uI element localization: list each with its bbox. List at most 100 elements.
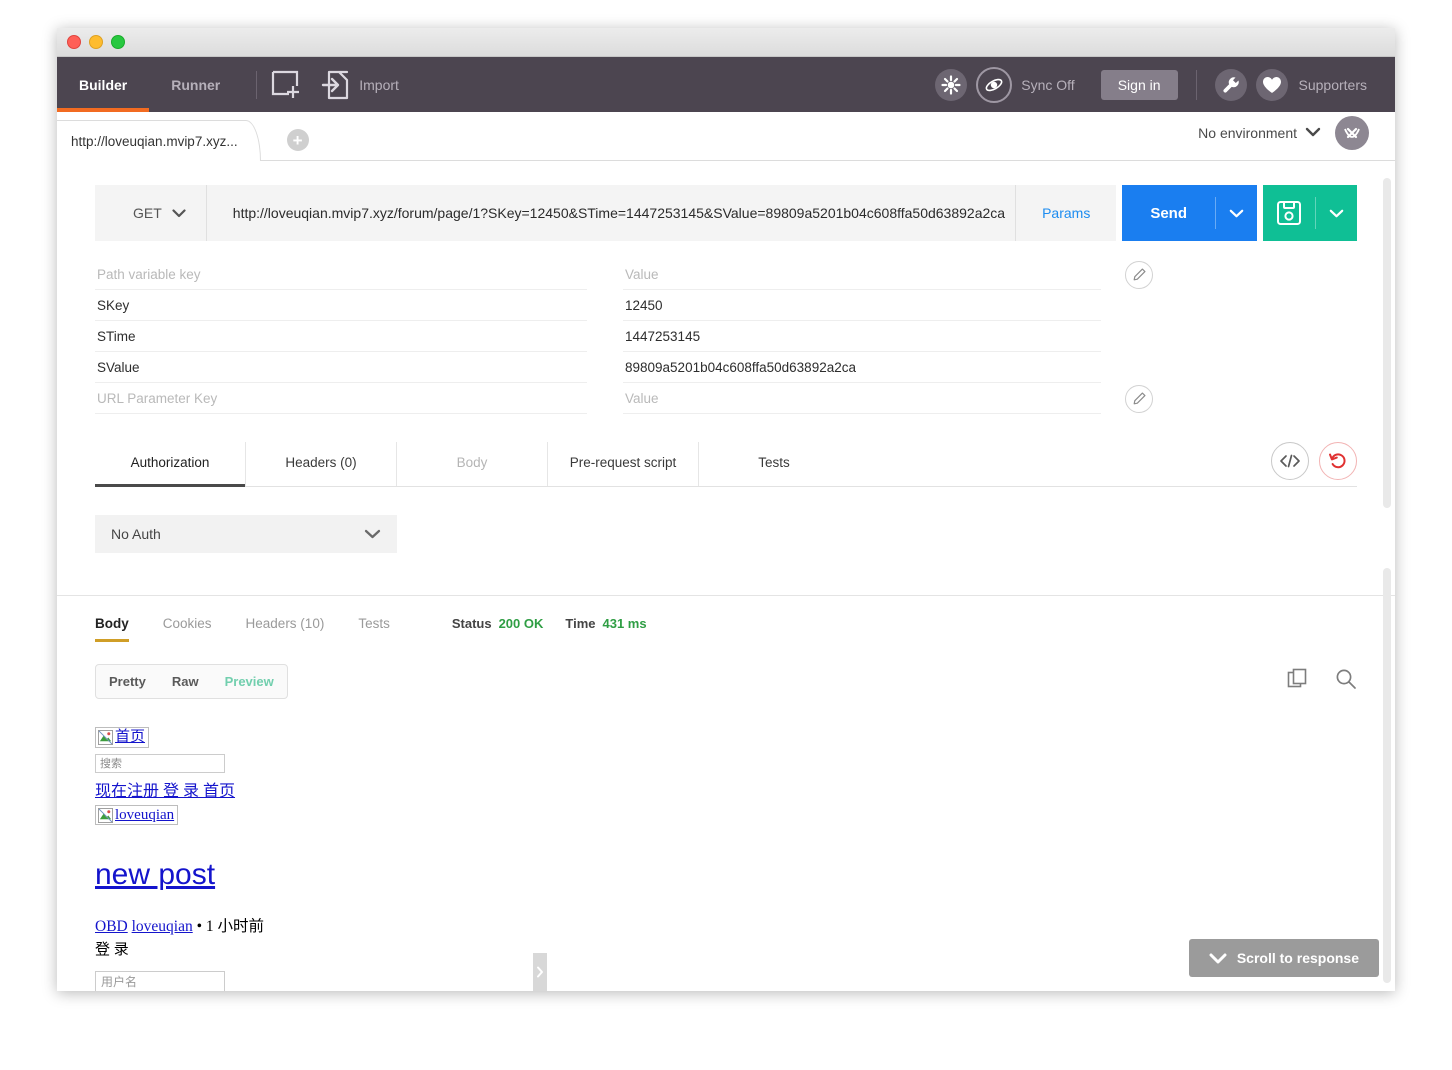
sidebar-collapse-handle[interactable] xyxy=(533,953,547,991)
nav-left-group: Builder Runner Import xyxy=(57,57,399,112)
preview-search-input[interactable]: 搜索 xyxy=(95,753,225,773)
pencil-icon[interactable] xyxy=(1125,384,1153,413)
new-request-icon[interactable] xyxy=(271,70,303,100)
auth-type-select[interactable]: No Auth xyxy=(95,515,397,553)
url-row: GET http://loveuqian.mvip7.xyz/forum/pag… xyxy=(95,185,1357,241)
auth-type-label: No Auth xyxy=(111,526,161,542)
response-tab-tests-label: Tests xyxy=(358,616,390,631)
sync-broken-icon[interactable] xyxy=(935,68,968,101)
sign-in-button[interactable]: Sign in xyxy=(1100,69,1178,100)
save-request-button[interactable] xyxy=(1263,185,1315,241)
send-options-button[interactable] xyxy=(1215,185,1257,241)
params-row: STime 1447253145 xyxy=(95,321,1357,352)
param-key-stime[interactable]: STime xyxy=(95,321,587,352)
preview-post-title-link[interactable]: new post xyxy=(95,858,1395,892)
view-mode-preview[interactable]: Preview xyxy=(212,665,287,698)
response-tab-cookies[interactable]: Cookies xyxy=(163,616,212,642)
window-maximize-button[interactable] xyxy=(111,35,125,49)
supporters-label[interactable]: Supporters xyxy=(1299,77,1367,93)
response-scrollbar[interactable] xyxy=(1383,568,1391,983)
response-pane: Body Cookies Headers (10) Tests Status 2… xyxy=(57,596,1395,991)
nav-tab-builder[interactable]: Builder xyxy=(57,57,150,112)
window-titlebar xyxy=(57,28,1395,57)
code-brackets-icon[interactable] xyxy=(1271,442,1309,480)
eye-x-icon[interactable] xyxy=(1335,116,1369,150)
tab-body[interactable]: Body xyxy=(397,442,548,486)
preview-username-input[interactable]: 用户名 xyxy=(95,970,225,991)
environment-selector[interactable]: No environment xyxy=(1198,125,1297,141)
heart-icon[interactable] xyxy=(1255,68,1288,101)
preview-username-placeholder: 用户名 xyxy=(101,975,138,989)
param-key-svalue[interactable]: SValue xyxy=(95,352,587,383)
url-input[interactable]: http://loveuqian.mvip7.xyz/forum/page/1?… xyxy=(206,185,1016,241)
tab-pre-request-script[interactable]: Pre-request script xyxy=(548,442,699,486)
preview-nav-links[interactable]: 现在注册 登 录 首页 xyxy=(95,777,1395,801)
tab-authorization[interactable]: Authorization xyxy=(95,442,246,487)
app-window: Builder Runner Import Sync Off Sign in S… xyxy=(57,28,1395,991)
view-mode-raw[interactable]: Raw xyxy=(159,665,212,698)
response-tab-headers[interactable]: Headers (10) xyxy=(246,616,325,642)
response-view-mode-group: Pretty Raw Preview xyxy=(95,664,288,699)
scroll-to-response-button[interactable]: Scroll to response xyxy=(1188,939,1379,977)
view-mode-preview-label: Preview xyxy=(224,674,274,689)
tab-headers-label: Headers (0) xyxy=(285,455,357,470)
undo-reset-icon[interactable] xyxy=(1319,442,1357,480)
tab-tests[interactable]: Tests xyxy=(699,442,849,486)
chevron-down-icon xyxy=(1209,953,1227,963)
window-close-button[interactable] xyxy=(67,35,81,49)
path-variable-key-input[interactable]: Path variable key xyxy=(95,259,587,290)
nav-right-group: Sync Off Sign in Supporters xyxy=(935,66,1395,103)
url-parameter-value-input[interactable]: Value xyxy=(623,383,1101,414)
url-text: http://loveuqian.mvip7.xyz/forum/page/1?… xyxy=(232,205,1006,221)
path-variable-value-input[interactable]: Value xyxy=(623,259,1101,290)
request-tabs-actions xyxy=(1261,442,1357,486)
chevron-right-icon xyxy=(537,966,543,978)
add-request-tab-button[interactable]: + xyxy=(286,129,309,151)
status-value: 200 OK xyxy=(498,616,544,631)
tab-pre-request-script-label: Pre-request script xyxy=(569,455,677,470)
builder-scrollbar[interactable] xyxy=(1383,178,1391,508)
floppy-disk-icon xyxy=(1277,201,1301,225)
url-parameter-key-input[interactable]: URL Parameter Key xyxy=(95,383,587,414)
send-button[interactable]: Send xyxy=(1122,185,1215,241)
chevron-down-icon xyxy=(172,205,186,221)
request-builder-pane: GET http://loveuqian.mvip7.xyz/forum/pag… xyxy=(57,185,1395,596)
screenshot-root: Builder Runner Import Sync Off Sign in S… xyxy=(0,0,1452,1070)
param-key-skey[interactable]: SKey xyxy=(95,290,587,321)
nav-tab-runner[interactable]: Runner xyxy=(149,57,242,112)
nav-divider xyxy=(256,70,258,99)
params-row: SKey 12450 xyxy=(95,290,1357,321)
copy-icon[interactable] xyxy=(1287,668,1309,695)
param-value-svalue[interactable]: 89809a5201b04c608ffa50d63892a2ca xyxy=(623,352,1101,383)
param-value-skey[interactable]: 12450 xyxy=(623,290,1101,321)
search-icon[interactable] xyxy=(1335,668,1357,695)
tab-headers[interactable]: Headers (0) xyxy=(246,442,397,486)
wrench-icon[interactable] xyxy=(1214,68,1247,101)
request-tab[interactable]: http://loveuqian.mvip7.xyz... xyxy=(57,120,261,161)
request-tab-strip: http://loveuqian.mvip7.xyz... + No envir… xyxy=(57,112,1395,161)
broken-image-user-link[interactable]: loveuqian xyxy=(95,804,179,826)
http-method-selector[interactable]: GET xyxy=(95,185,207,241)
response-tab-tests[interactable]: Tests xyxy=(358,616,390,642)
response-tab-body[interactable]: Body xyxy=(95,616,129,642)
atom-icon[interactable] xyxy=(976,66,1013,103)
broken-image-home-link[interactable]: 首页 xyxy=(95,727,150,748)
view-mode-raw-label: Raw xyxy=(171,674,199,689)
view-mode-pretty[interactable]: Pretty xyxy=(96,665,159,698)
pencil-icon[interactable] xyxy=(1125,260,1153,289)
request-tab-label: http://loveuqian.mvip7.xyz... xyxy=(71,133,238,149)
import-label[interactable]: Import xyxy=(359,77,399,93)
params-toggle-button[interactable]: Params xyxy=(1015,185,1117,241)
import-icon[interactable] xyxy=(321,70,349,100)
preview-meta-author-link[interactable]: loveuqian xyxy=(132,918,193,935)
save-options-button[interactable] xyxy=(1315,185,1357,241)
view-mode-pretty-label: Pretty xyxy=(109,674,146,689)
params-url-header-row: URL Parameter Key Value xyxy=(95,383,1357,414)
preview-meta-tag-link[interactable]: OBD xyxy=(95,918,128,935)
param-value-stime[interactable]: 1447253145 xyxy=(623,321,1101,352)
preview-search-placeholder: 搜索 xyxy=(100,758,122,771)
environment-area: No environment xyxy=(1198,116,1395,160)
response-tab-cookies-label: Cookies xyxy=(162,616,212,631)
chevron-down-icon[interactable] xyxy=(1305,124,1321,142)
window-minimize-button[interactable] xyxy=(89,35,103,49)
